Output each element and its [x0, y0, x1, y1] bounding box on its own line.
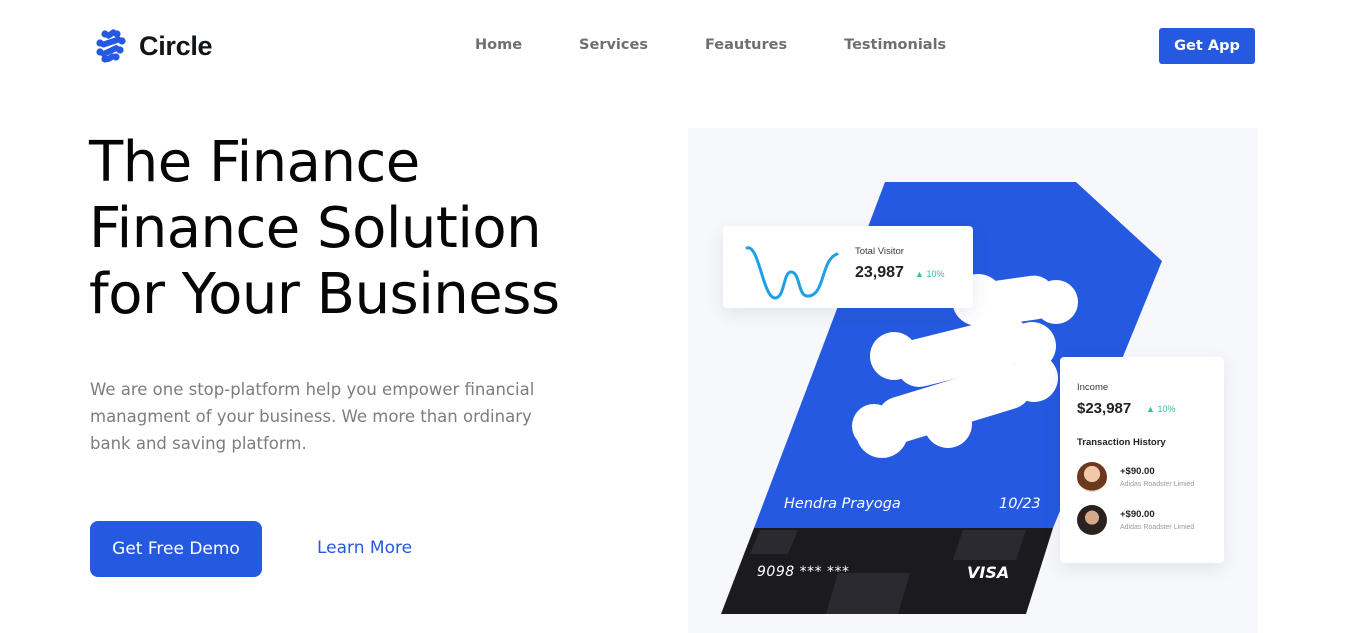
- transaction-description: Adidas Roadster Limied: [1120, 524, 1195, 531]
- income-value: $23,987: [1077, 400, 1132, 417]
- nav-features[interactable]: Feautures: [705, 37, 787, 53]
- visitor-change-value: 10%: [926, 269, 945, 279]
- card-number: 9098 *** ***: [757, 564, 850, 580]
- learn-more-link[interactable]: Learn More: [317, 538, 412, 558]
- income-change-value: 10%: [1157, 404, 1176, 414]
- hero-title: The Finance Finance Solution for Your Bu…: [89, 130, 649, 328]
- trend-up-icon: ▲: [915, 269, 924, 279]
- sparkline-chart-icon: [745, 246, 839, 300]
- hero-title-line-2: Finance Solution: [89, 196, 542, 261]
- brand-logo[interactable]: Circle: [93, 28, 213, 64]
- trend-up-icon: ▲: [1146, 404, 1155, 414]
- main-nav: Home Services Feautures Testimonials: [475, 37, 1003, 53]
- nav-services[interactable]: Services: [579, 37, 648, 53]
- transaction-amount: +$90.00: [1120, 509, 1155, 520]
- transaction-item: +$90.00 Adidas Roadster Limied: [1077, 462, 1217, 496]
- brand-name: Circle: [139, 30, 213, 61]
- visitor-change: ▲ 10%: [915, 269, 944, 279]
- get-free-demo-button[interactable]: Get Free Demo: [90, 521, 262, 577]
- nav-testimonials[interactable]: Testimonials: [844, 37, 946, 53]
- visitor-value: 23,987: [855, 264, 904, 281]
- card-holder-name: Hendra Prayoga: [784, 496, 901, 512]
- hero-title-line-1: The Finance: [89, 130, 420, 195]
- transaction-item: +$90.00 Adidas Roadster Limied: [1077, 505, 1217, 539]
- hero-title-line-3: for Your Business: [89, 262, 560, 327]
- income-change: ▲ 10%: [1146, 404, 1175, 414]
- nav-home[interactable]: Home: [475, 37, 522, 53]
- transaction-amount: +$90.00: [1120, 466, 1155, 477]
- transaction-history-title: Transaction History: [1077, 437, 1166, 448]
- visitor-label: Total Visitor: [855, 246, 904, 257]
- transaction-description: Adidas Roadster Limied: [1120, 481, 1195, 488]
- man-avatar: [1077, 505, 1107, 535]
- hero-description: We are one stop-platform help you empowe…: [90, 380, 535, 453]
- card-brand-logo: VISA: [967, 563, 1010, 582]
- circle-molecule-icon: [96, 29, 126, 63]
- get-app-button[interactable]: Get App: [1159, 28, 1255, 64]
- income-card: Income $23,987 ▲ 10% Transaction History…: [1060, 357, 1224, 563]
- visitor-stat-card: Total Visitor 23,987 ▲ 10%: [723, 226, 973, 308]
- income-label: Income: [1077, 382, 1109, 393]
- card-expiry: 10/23: [999, 496, 1041, 512]
- woman-avatar: [1077, 462, 1107, 492]
